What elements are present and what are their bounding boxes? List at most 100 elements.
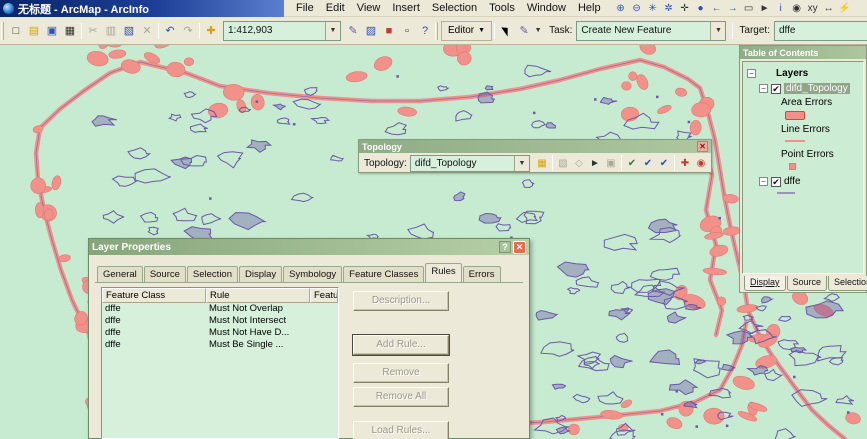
- back-extent-icon[interactable]: ←: [709, 1, 725, 16]
- rules-list[interactable]: Feature Class Rule Feature Class dffe Mu…: [101, 287, 339, 439]
- fixed-zoom-out-icon[interactable]: ✲: [661, 1, 677, 16]
- fixed-zoom-in-icon[interactable]: ✳: [645, 1, 661, 16]
- add-rule-button[interactable]: Add Rule...: [352, 334, 450, 356]
- editor-toolbar-grip[interactable]: [435, 21, 438, 40]
- toc-layers-root[interactable]: − Layers: [747, 66, 863, 81]
- map-topology-icon[interactable]: ▦: [534, 156, 550, 171]
- editor-menu-button[interactable]: Editor ▼: [441, 20, 493, 41]
- chevron-down-icon[interactable]: ▼: [710, 21, 726, 40]
- menu-tools[interactable]: Tools: [483, 0, 521, 16]
- chevron-down-icon[interactable]: ▼: [325, 21, 340, 40]
- layer-visibility-checkbox[interactable]: ✔: [771, 176, 781, 187]
- redo-icon[interactable]: ↷: [179, 22, 197, 40]
- pan-icon[interactable]: ✛: [677, 1, 693, 16]
- point-errors-swatch[interactable]: [789, 163, 796, 170]
- menu-view[interactable]: View: [351, 0, 387, 16]
- map-scale-combo[interactable]: 1:412,903 ▼: [223, 20, 341, 41]
- save-icon[interactable]: ▣: [43, 22, 61, 40]
- topology-combo[interactable]: difd_Topology ▼: [409, 154, 530, 172]
- planarize-lines-icon[interactable]: ▧: [555, 156, 571, 171]
- topology-edit-tool-icon[interactable]: ►: [587, 156, 603, 171]
- tab-selection[interactable]: Selection: [186, 266, 239, 282]
- topology-layer-label[interactable]: difd_Topology: [784, 83, 850, 94]
- validate-entire-topology-icon[interactable]: ✔: [656, 156, 672, 171]
- chevron-down-icon[interactable]: ▼: [514, 155, 529, 171]
- new-map-icon[interactable]: □: [7, 22, 25, 40]
- rule-row[interactable]: dffe Must Be Single ...: [102, 339, 338, 351]
- full-extent-icon[interactable]: ●: [693, 1, 709, 16]
- identify-icon[interactable]: i: [773, 1, 789, 16]
- legend-area-errors-label[interactable]: Area Errors: [747, 96, 863, 109]
- editor-toolbar-toggle-icon[interactable]: ✎: [344, 22, 362, 40]
- validate-topology-in-area-icon[interactable]: ✔: [624, 156, 640, 171]
- menu-selection[interactable]: Selection: [426, 0, 483, 16]
- select-elements-icon[interactable]: ►: [757, 1, 773, 16]
- column-rule[interactable]: Rule: [206, 288, 310, 303]
- validate-topology-in-extent-icon[interactable]: ✔: [640, 156, 656, 171]
- layer-visibility-checkbox[interactable]: ✔: [771, 83, 781, 94]
- column-feature-class-2[interactable]: Feature Class: [310, 288, 338, 303]
- window-titlebar[interactable]: 无标题 - ArcMap - ArcInfo: [0, 0, 284, 17]
- go-to-xy-icon[interactable]: xy: [805, 1, 821, 16]
- sketch-tool-icon[interactable]: ✎: [515, 22, 533, 40]
- arccatalog-icon[interactable]: ▨: [362, 22, 380, 40]
- remove-button[interactable]: Remove: [353, 363, 449, 383]
- toc-item-topology-layer[interactable]: − ✔ difd_Topology: [747, 81, 863, 96]
- delete-icon[interactable]: ✕: [138, 22, 156, 40]
- tab-symbology[interactable]: Symbology: [283, 266, 343, 282]
- rule-row[interactable]: dffe Must Not Overlap: [102, 303, 338, 315]
- tab-display[interactable]: Display: [239, 266, 283, 282]
- menu-edit[interactable]: Edit: [320, 0, 351, 16]
- line-errors-swatch[interactable]: [785, 140, 805, 142]
- hyperlink-icon[interactable]: ⚡: [837, 1, 853, 16]
- zoom-out-icon[interactable]: ⊖: [629, 1, 645, 16]
- close-icon[interactable]: ✕: [513, 240, 526, 254]
- task-combo[interactable]: Create New Feature ▼: [576, 20, 727, 41]
- toc-tab-source[interactable]: Source: [786, 276, 828, 291]
- legend-line-errors-label[interactable]: Line Errors: [747, 123, 863, 136]
- rule-row[interactable]: dffe Must Not Have D...: [102, 327, 338, 339]
- copy-icon[interactable]: ▥: [102, 22, 120, 40]
- construct-features-icon[interactable]: ◇: [571, 156, 587, 171]
- cut-icon[interactable]: ✂: [84, 22, 102, 40]
- toc-tab-display[interactable]: Display: [744, 276, 786, 291]
- menu-help[interactable]: Help: [572, 0, 607, 16]
- standard-toolbar-grip[interactable]: [1, 21, 4, 40]
- undo-icon[interactable]: ↶: [161, 22, 179, 40]
- select-features-icon[interactable]: ▭: [741, 1, 757, 16]
- show-shared-features-icon[interactable]: ▣: [603, 156, 619, 171]
- legend-point-errors-label[interactable]: Point Errors: [747, 148, 863, 161]
- tab-feature-classes[interactable]: Feature Classes: [343, 266, 425, 282]
- measure-icon[interactable]: ↔: [821, 1, 837, 16]
- forward-extent-icon[interactable]: →: [725, 1, 741, 16]
- tab-general[interactable]: General: [97, 266, 143, 282]
- open-icon[interactable]: ▤: [25, 22, 43, 40]
- toc-item-dffe-layer[interactable]: − ✔ dffe: [747, 174, 863, 189]
- fix-topology-error-tool-icon[interactable]: ✚: [677, 156, 693, 171]
- tab-errors[interactable]: Errors: [462, 266, 501, 282]
- description-button[interactable]: Description...: [353, 291, 449, 311]
- load-rules-button[interactable]: Load Rules...: [353, 421, 449, 439]
- collapse-icon[interactable]: −: [759, 84, 768, 93]
- zoom-in-icon[interactable]: ⊕: [613, 1, 629, 16]
- paste-icon[interactable]: ▧: [120, 22, 138, 40]
- add-data-icon[interactable]: ✚: [202, 22, 220, 40]
- arctoolbox-icon[interactable]: ■: [380, 22, 398, 40]
- dffe-layer-label[interactable]: dffe: [784, 176, 801, 187]
- column-feature-class[interactable]: Feature Class: [102, 288, 206, 303]
- find-icon[interactable]: ◉: [789, 1, 805, 16]
- toc-titlebar[interactable]: Table of Contents: [740, 46, 866, 59]
- edit-tool-icon[interactable]: [497, 22, 515, 40]
- tab-source[interactable]: Source: [143, 266, 186, 282]
- target-combo[interactable]: dffe: [773, 20, 867, 41]
- menu-insert[interactable]: Insert: [386, 0, 426, 16]
- menu-file[interactable]: File: [290, 0, 320, 16]
- print-icon[interactable]: ▦: [61, 22, 79, 40]
- rule-row[interactable]: dffe Must Not Intersect: [102, 315, 338, 327]
- tab-rules[interactable]: Rules: [425, 263, 462, 282]
- help-icon[interactable]: ?: [499, 241, 511, 253]
- topology-toolbar-titlebar[interactable]: Topology ✕: [359, 140, 711, 153]
- collapse-icon[interactable]: −: [747, 69, 756, 78]
- error-inspector-icon[interactable]: ◉: [693, 156, 709, 171]
- remove-all-button[interactable]: Remove All: [353, 387, 449, 407]
